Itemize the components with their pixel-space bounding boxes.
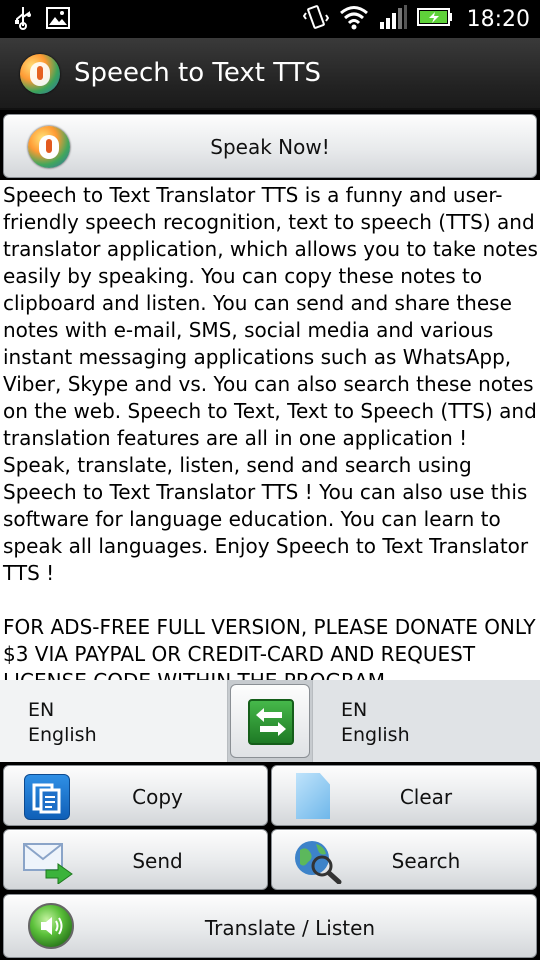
speak-now-label: Speak Now! <box>210 135 330 159</box>
speak-now-button[interactable]: Speak Now! <box>3 114 537 178</box>
battery-icon <box>416 7 453 31</box>
clock: 18:20 <box>466 6 530 32</box>
usb-icon <box>14 6 32 34</box>
swap-languages-button[interactable] <box>230 684 310 758</box>
status-bar: 18:20 <box>0 0 540 38</box>
notes-paragraph: FOR ADS-FREE FULL VERSION, PLEASE DONATE… <box>3 615 536 680</box>
vibrate-icon <box>302 4 329 34</box>
translate-listen-button[interactable]: Translate / Listen <box>3 894 537 958</box>
signal-icon <box>379 4 407 34</box>
image-icon <box>46 7 70 33</box>
copy-label: Copy <box>132 785 183 809</box>
action-bar: Speech to Text TTS <box>0 38 540 110</box>
search-label: Search <box>391 849 461 873</box>
clear-button[interactable]: Clear <box>271 765 537 826</box>
send-button[interactable]: Send <box>3 829 268 890</box>
translate-listen-label: Translate / Listen <box>204 916 376 940</box>
notes-text-area[interactable]: Speech to Text Translator TTS is a funny… <box>0 180 540 680</box>
target-language-selector[interactable]: EN English <box>312 680 540 762</box>
send-label: Send <box>132 849 183 873</box>
source-language-code: EN <box>28 699 55 721</box>
copy-button[interactable]: Copy <box>3 765 268 826</box>
target-language-code: EN <box>341 699 368 721</box>
app-title: Speech to Text TTS <box>74 58 322 88</box>
search-button[interactable]: Search <box>271 829 537 890</box>
wifi-icon <box>339 4 369 34</box>
swap-arrows-icon <box>248 699 294 745</box>
app-logo-icon <box>20 54 60 94</box>
target-language-name: English <box>341 724 410 746</box>
notes-paragraph: Speech to Text Translator TTS is a funny… <box>3 183 538 585</box>
source-language-name: English <box>28 724 97 746</box>
clear-label: Clear <box>399 785 453 809</box>
source-language-selector[interactable]: EN English <box>0 680 228 762</box>
language-selector-row: EN English EN English <box>0 680 540 762</box>
